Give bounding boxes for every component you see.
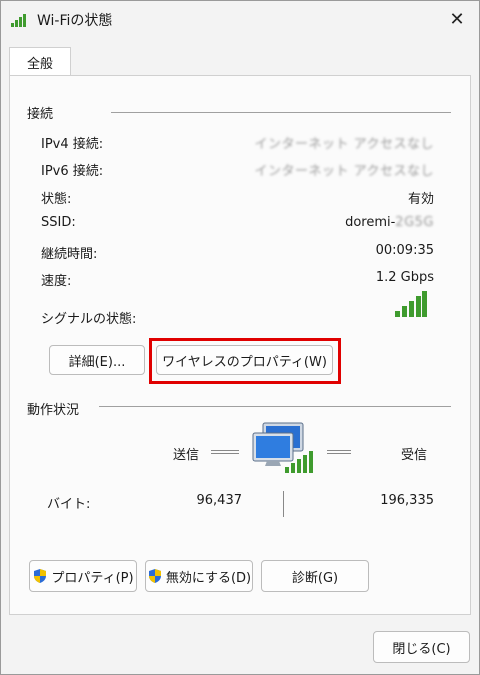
ipv6-label: IPv6 接続:	[41, 164, 104, 179]
diagnose-button-label: 診断(G)	[291, 570, 339, 586]
signal-strength-icon	[395, 291, 427, 317]
activity-heading: 動作状況	[27, 399, 86, 418]
network-computers-icon	[252, 422, 313, 473]
disable-button-label: 無効にする(D)	[165, 570, 252, 586]
connection-divider	[111, 112, 451, 113]
speed-label: 速度:	[41, 274, 72, 289]
ipv4-label: IPv4 接続:	[41, 137, 104, 152]
ssid-prefix: doremi-	[345, 215, 396, 230]
disable-button[interactable]: 無効にする(D)	[145, 560, 253, 592]
ssid-value: doremi-2G5G	[345, 215, 434, 230]
duration-value: 00:09:35	[375, 243, 434, 258]
details-button[interactable]: 詳細(E)...	[49, 345, 145, 375]
ssid-label: SSID:	[41, 215, 76, 230]
close-button-label: 閉じる(C)	[392, 641, 451, 657]
connection-heading: 接続	[27, 103, 60, 122]
properties-button-label: プロパティ(P)	[51, 570, 134, 586]
title-bar: Wi-Fiの状態 ✕	[1, 1, 479, 37]
status-label: 状態:	[41, 192, 72, 207]
wifi-signal-icon	[11, 14, 26, 27]
activity-divider	[99, 406, 451, 407]
ssid-blurred-suffix: 2G5G	[395, 215, 434, 230]
admin-shield-icon	[34, 569, 47, 583]
details-button-label: 詳細(E)...	[68, 354, 126, 370]
sent-line	[211, 450, 239, 454]
diagnose-button[interactable]: 診断(G)	[261, 560, 369, 592]
wifi-status-window: Wi-Fiの状態 ✕ 全般 接続 IPv4 接続: インターネット アクセスなし…	[0, 0, 480, 675]
bytes-sent-value: 96,437	[196, 493, 243, 508]
speed-value: 1.2 Gbps	[375, 270, 434, 285]
ipv4-value: インターネット アクセスなし	[254, 137, 434, 152]
bytes-separator	[283, 491, 284, 517]
ipv6-value: インターネット アクセスなし	[254, 164, 434, 179]
tab-general[interactable]: 全般	[9, 47, 71, 76]
received-line	[327, 450, 351, 454]
wireless-properties-label: ワイヤレスのプロパティ(W)	[162, 354, 327, 370]
signal-label: シグナルの状態:	[41, 312, 137, 327]
admin-shield-icon	[148, 569, 161, 583]
tab-general-label: 全般	[26, 56, 53, 72]
close-button[interactable]: 閉じる(C)	[373, 631, 470, 663]
close-window-button[interactable]: ✕	[435, 1, 479, 37]
properties-button[interactable]: プロパティ(P)	[29, 560, 137, 592]
wireless-properties-button[interactable]: ワイヤレスのプロパティ(W)	[156, 345, 333, 375]
bytes-received-value: 196,335	[380, 493, 434, 508]
bytes-label: バイト:	[47, 497, 91, 512]
status-value: 有効	[407, 192, 434, 207]
received-label: 受信	[401, 448, 428, 463]
close-icon: ✕	[449, 8, 465, 30]
duration-label: 継続時間:	[41, 247, 98, 262]
window-title: Wi-Fiの状態	[37, 13, 113, 29]
sent-label: 送信	[173, 448, 200, 463]
